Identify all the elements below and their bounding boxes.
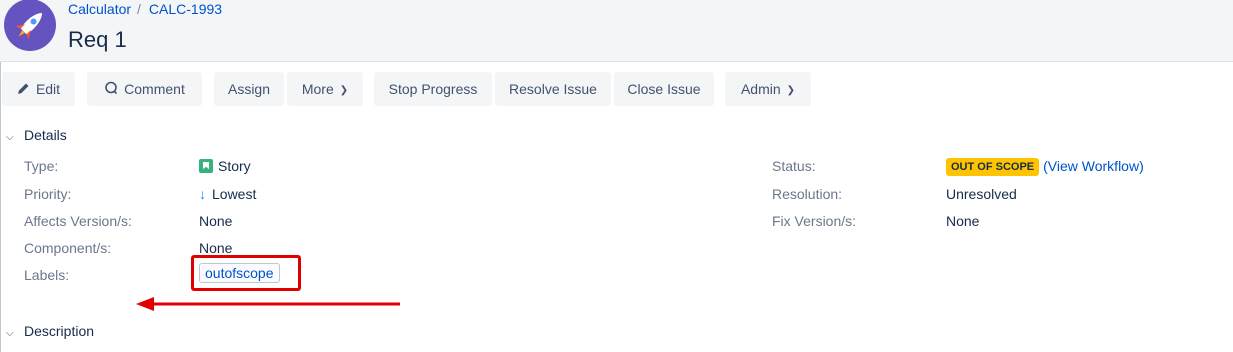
admin-button[interactable]: Admin ❯ xyxy=(725,72,811,106)
breadcrumb-project-link[interactable]: Calculator xyxy=(68,1,131,17)
chevron-down-icon: ❯ xyxy=(786,85,796,96)
fix-versions-value: None xyxy=(946,213,980,229)
type-label: Type: xyxy=(24,158,59,174)
comment-button[interactable]: Comment xyxy=(87,72,202,106)
more-button[interactable]: More ❯ xyxy=(287,72,363,106)
pencil-icon xyxy=(17,73,30,107)
view-workflow-link[interactable]: (View Workflow) xyxy=(1043,158,1144,174)
details-section-toggle[interactable]: ⌵ Details xyxy=(6,127,67,143)
header-divider xyxy=(0,61,1233,62)
assign-button[interactable]: Assign xyxy=(214,72,284,106)
labels-label: Labels: xyxy=(24,267,70,283)
annotation-highlight-box xyxy=(191,255,301,291)
left-border xyxy=(0,62,1,352)
status-badge: OUT OF SCOPE xyxy=(946,158,1040,176)
edit-button-label: Edit xyxy=(35,81,61,97)
type-value-text: Story xyxy=(218,158,251,174)
status-value: OUT OF SCOPE (View Workflow) xyxy=(946,157,1144,176)
admin-button-label: Admin xyxy=(740,81,781,97)
breadcrumb: Calculator / CALC-1993 xyxy=(68,0,222,18)
breadcrumb-separator: / xyxy=(137,1,141,17)
resolve-issue-button[interactable]: Resolve Issue xyxy=(495,72,611,106)
breadcrumb-issue-key-link[interactable]: CALC-1993 xyxy=(149,1,222,17)
resolution-label: Resolution: xyxy=(772,186,843,202)
components-label: Component/s: xyxy=(24,240,112,256)
resolution-value: Unresolved xyxy=(946,186,1017,202)
arrow-down-icon: ↓ xyxy=(199,186,206,202)
details-heading: Details xyxy=(24,127,67,143)
description-heading: Description xyxy=(24,323,95,339)
issue-title[interactable]: Req 1 xyxy=(68,26,127,54)
rocket-avatar-icon xyxy=(4,0,56,51)
project-avatar[interactable] xyxy=(3,0,57,52)
issue-header: Calculator / CALC-1993 Req 1 xyxy=(0,0,1233,62)
description-section-toggle[interactable]: ⌵ Description xyxy=(6,323,94,339)
edit-button[interactable]: Edit xyxy=(2,72,75,106)
status-label: Status: xyxy=(772,158,816,174)
chevron-down-icon: ⌵ xyxy=(6,132,14,143)
chevron-down-icon: ⌵ xyxy=(6,328,14,339)
type-value: Story xyxy=(199,157,251,175)
affects-versions-label: Affects Version/s: xyxy=(24,213,132,229)
arrow-left-icon xyxy=(136,297,400,311)
chevron-down-icon: ❯ xyxy=(339,85,349,96)
priority-value-text: Lowest xyxy=(212,186,257,202)
story-icon xyxy=(199,159,213,173)
affects-versions-value: None xyxy=(199,213,233,229)
stop-progress-button[interactable]: Stop Progress xyxy=(374,72,492,106)
comment-button-label: Comment xyxy=(124,81,185,97)
fix-versions-label: Fix Version/s: xyxy=(772,213,857,229)
close-issue-button[interactable]: Close Issue xyxy=(614,72,714,106)
priority-value: ↓ Lowest xyxy=(199,185,256,203)
more-button-label: More xyxy=(301,81,334,97)
priority-label: Priority: xyxy=(24,186,72,202)
comment-icon xyxy=(104,73,118,107)
